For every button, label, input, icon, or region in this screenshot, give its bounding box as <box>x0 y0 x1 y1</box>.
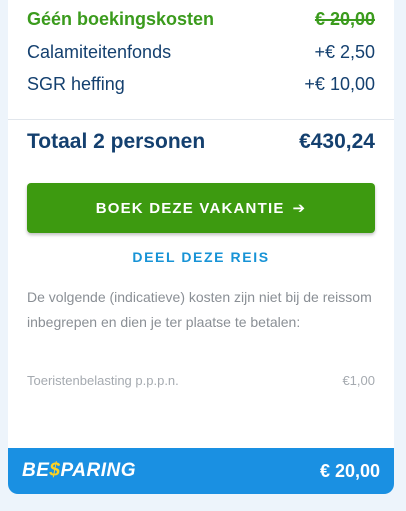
book-vacation-button[interactable]: BOEK DEZE VAKANTIE ➔ <box>27 183 375 233</box>
booking-fee-row: Géén boekingskosten € 20,00 <box>27 9 375 30</box>
calamity-fund-amount: +€ 2,50 <box>314 42 375 62</box>
arrow-right-icon: ➔ <box>292 200 307 217</box>
total-row: Totaal 2 personen €430,24 <box>27 130 375 154</box>
savings-amount: € 20,00 <box>319 460 380 481</box>
total-label: Totaal 2 personen <box>27 130 206 153</box>
logo-suffix: PARING <box>60 460 136 481</box>
logo-dollar-s: $ <box>49 460 61 481</box>
share-trip-link[interactable]: DEEL DEZE REIS <box>8 249 394 265</box>
logo-prefix: BE <box>22 460 50 481</box>
calamity-fund-label: Calamiteitenfonds <box>27 42 172 62</box>
calamity-fund-row: Calamiteitenfonds +€ 2,50 <box>27 42 375 63</box>
book-vacation-label: BOEK DEZE VAKANTIE <box>95 199 285 217</box>
tourist-tax-row: Toeristenbelasting p.p.p.n. €1,00 <box>27 373 375 388</box>
booking-fee-label: Géén boekingskosten <box>27 9 215 29</box>
excluded-costs-note: De volgende (indicatieve) kosten zijn ni… <box>27 289 372 330</box>
booking-fee-amount: € 20,00 <box>314 9 375 29</box>
savings-footer: BE$PARING € 20,00 <box>8 448 394 494</box>
sgr-levy-row: SGR heffing +€ 10,00 <box>27 74 375 95</box>
divider <box>8 119 394 120</box>
besparing-logo: BE$PARING <box>22 460 136 482</box>
tourist-tax-amount: €1,00 <box>342 373 375 388</box>
price-summary-panel: Géén boekingskosten € 20,00 Calamiteiten… <box>8 0 394 494</box>
sgr-levy-amount: +€ 10,00 <box>304 74 375 94</box>
sgr-levy-label: SGR heffing <box>27 74 125 94</box>
tourist-tax-label: Toeristenbelasting p.p.p.n. <box>27 373 179 388</box>
total-amount: €430,24 <box>299 130 375 153</box>
